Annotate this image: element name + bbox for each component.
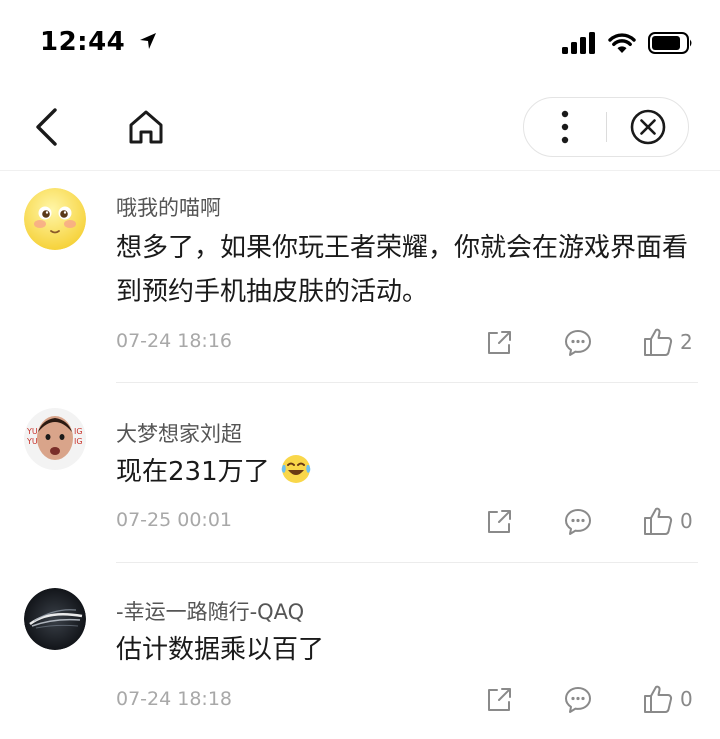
comment-content: 估计数据乘以百了 [116, 635, 325, 665]
share-button[interactable] [482, 682, 516, 718]
more-button[interactable] [524, 98, 606, 156]
status-time: 12:44 [40, 27, 158, 57]
share-icon [488, 331, 511, 354]
reply-button[interactable] [560, 325, 596, 361]
comment-icon [565, 330, 591, 356]
status-bar: 12:44 [0, 0, 720, 90]
svg-text:IG: IG [74, 437, 83, 446]
comment-content: 想多了，如果你玩王者荣耀，你就会在游戏界面看到预约手机抽皮肤的活动。 [116, 233, 689, 307]
svg-text:IG: IG [74, 427, 83, 436]
wifi-icon [608, 33, 636, 53]
comment-username[interactable]: 哦我的喵啊 [116, 192, 221, 222]
nav-bar [0, 90, 720, 170]
thumbs-up-icon [644, 507, 673, 535]
reply-button[interactable] [560, 504, 596, 540]
like-button[interactable]: 2 [642, 326, 693, 358]
thumbs-up-icon [644, 328, 673, 356]
location-arrow-icon [139, 33, 156, 49]
like-button[interactable]: 0 [642, 505, 693, 537]
comment-time: 07-24 18:16 [116, 330, 233, 352]
like-count: 0 [680, 509, 693, 533]
like-count: 0 [680, 687, 693, 711]
mini-program-capsule [523, 97, 689, 157]
laugh-cry-emoji-icon [281, 455, 311, 483]
share-icon [488, 510, 511, 533]
comment-time: 07-24 18:18 [116, 688, 233, 710]
comment-content: 现在231万了 [116, 450, 688, 494]
back-button[interactable] [28, 104, 64, 150]
chevron-left-icon [36, 108, 57, 146]
reply-button[interactable] [560, 682, 596, 718]
svg-text:YU: YU [26, 437, 38, 446]
comment-username[interactable]: 大梦想家刘超 [116, 418, 242, 448]
comment-divider [116, 382, 698, 383]
emoji-face-avatar-icon [24, 188, 86, 250]
dark-swirl-avatar-icon [24, 588, 86, 650]
signal-icon [562, 32, 595, 54]
nav-divider [0, 170, 720, 171]
more-vertical-icon [561, 110, 569, 144]
close-button[interactable] [607, 98, 688, 156]
status-icons [562, 32, 694, 54]
share-icon [488, 688, 511, 711]
share-button[interactable] [482, 325, 516, 361]
comment-time: 07-25 00:01 [116, 509, 233, 531]
close-circle-icon [630, 109, 665, 145]
comment-username[interactable]: -幸运一路随行-QAQ [116, 596, 304, 626]
like-button[interactable]: 0 [642, 683, 693, 715]
comment-divider [116, 562, 698, 563]
share-button[interactable] [482, 504, 516, 540]
thumbs-up-icon [644, 685, 673, 713]
like-count: 2 [680, 330, 693, 354]
avatar[interactable] [24, 588, 86, 650]
comment-icon [565, 687, 591, 713]
battery-icon [648, 32, 692, 54]
home-button[interactable] [124, 104, 168, 150]
man-face-avatar-icon: YU YU IG IG [24, 408, 86, 470]
svg-text:YU: YU [26, 427, 38, 436]
avatar[interactable] [24, 188, 86, 250]
avatar[interactable]: YU YU IG IG [24, 408, 86, 470]
comment-icon [565, 509, 591, 535]
home-icon [129, 110, 163, 144]
comment-text: 现在231万了 [116, 457, 270, 487]
